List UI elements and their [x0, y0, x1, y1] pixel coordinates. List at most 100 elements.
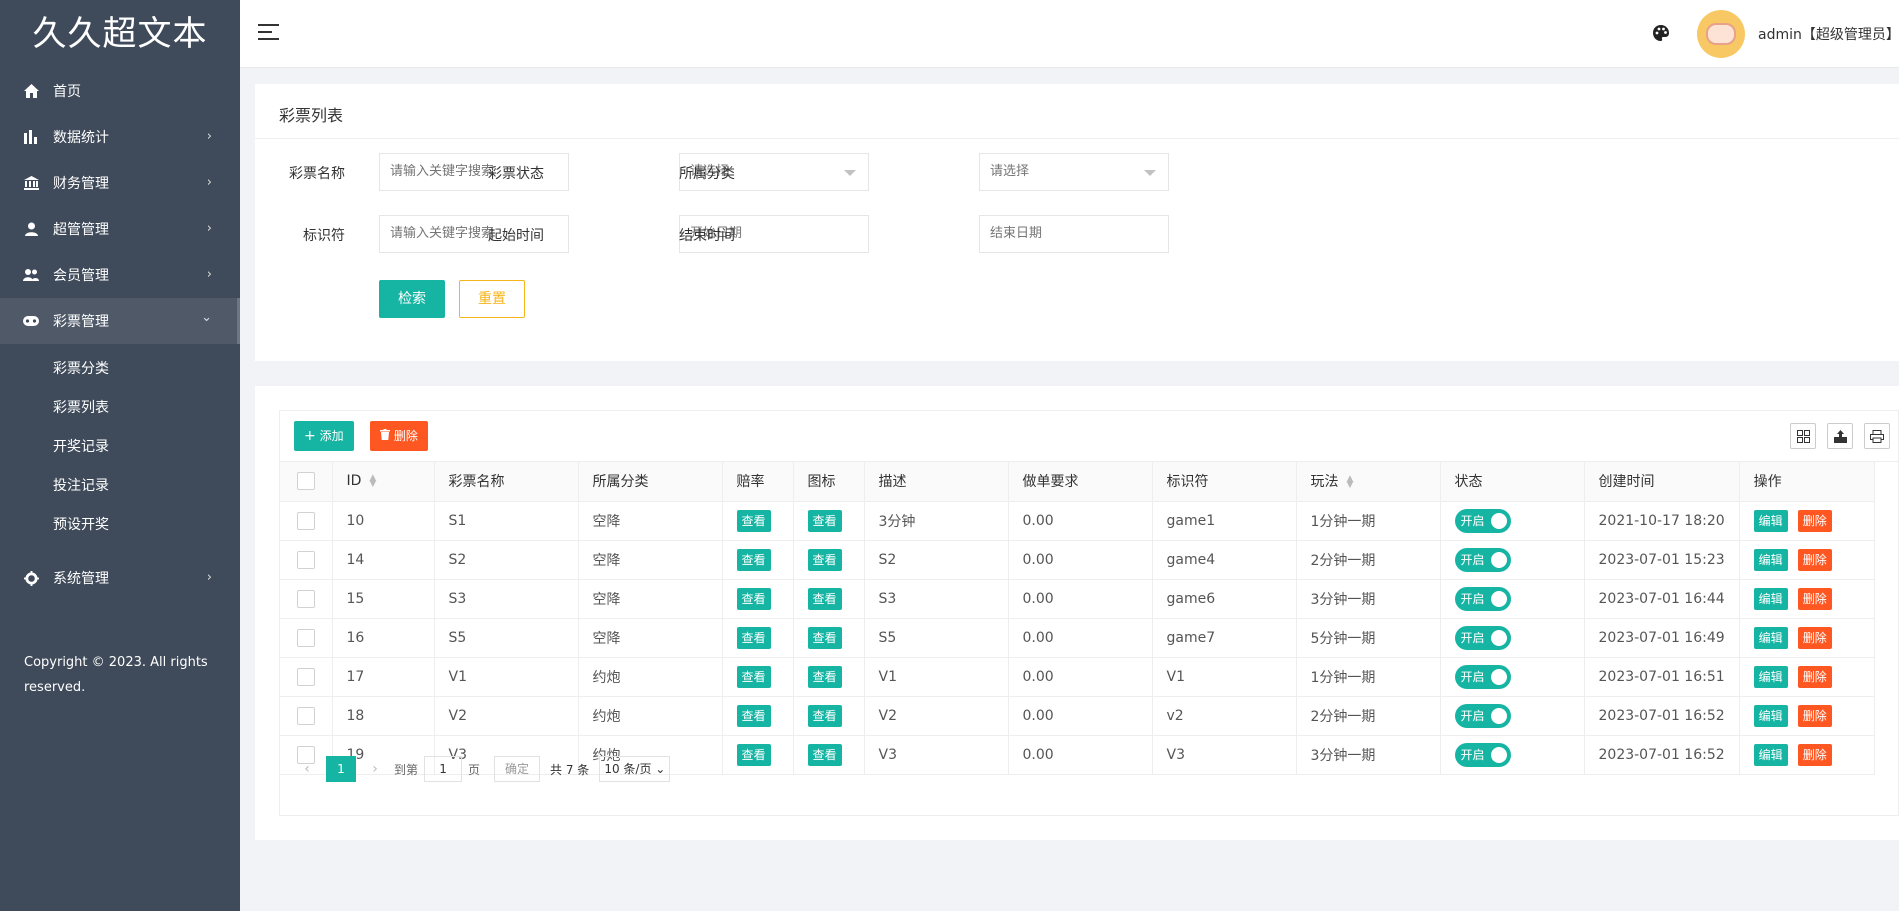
row-checkbox[interactable]: [280, 657, 333, 697]
table-row: 15 S3 空降 查看 查看 S3 0.00 game6 3分钟一期 开启 2023-07-01 1…: [280, 579, 1876, 619]
page-size-select[interactable]: 10 条/页 ⌄: [599, 756, 671, 782]
delete-row-button[interactable]: 删除: [1797, 665, 1832, 688]
view-icon-button[interactable]: 查看: [807, 509, 842, 532]
edit-button[interactable]: 编辑: [1753, 743, 1788, 766]
cell-created: 2023-07-01 16:52: [1584, 696, 1740, 736]
view-icon-button[interactable]: 查看: [807, 665, 842, 688]
row-checkbox[interactable]: [280, 501, 333, 541]
sidebar-subitem-bet-records[interactable]: 投注记录: [0, 467, 240, 506]
sidebar-item-system[interactable]: 系统管理 ›: [0, 555, 240, 601]
row-checkbox[interactable]: [280, 579, 333, 619]
cell-icon: 查看: [793, 696, 865, 736]
edit-button[interactable]: 编辑: [1753, 626, 1788, 649]
view-odds-button[interactable]: 查看: [736, 509, 771, 532]
delete-row-button[interactable]: 删除: [1797, 509, 1832, 532]
sidebar-item-lottery[interactable]: 彩票管理 ⌄: [0, 298, 240, 344]
page-number-current[interactable]: 1: [326, 756, 356, 782]
cell-play: 3分钟一期: [1296, 579, 1441, 619]
status-toggle[interactable]: 开启: [1454, 664, 1511, 689]
view-odds-button[interactable]: 查看: [736, 704, 771, 727]
status-toggle[interactable]: 开启: [1454, 703, 1511, 728]
page-input[interactable]: 1: [424, 756, 463, 782]
delete-row-button[interactable]: 删除: [1797, 548, 1832, 571]
columns-filter-icon[interactable]: [1790, 423, 1816, 449]
sidebar-item-label: 超管管理: [53, 222, 109, 238]
status-toggle[interactable]: 开启: [1454, 586, 1511, 611]
cell-identifier: game4: [1152, 540, 1297, 580]
table-row: 18 V2 约炮 查看 查看 V2 0.00 v2 2分钟一期 开启 2023-07-01 16:5…: [280, 696, 1876, 736]
next-page-icon[interactable]: ›: [362, 761, 388, 777]
cell-identifier: game1: [1152, 501, 1297, 541]
cell-created: 2023-07-01 16:52: [1584, 735, 1740, 775]
search-button[interactable]: 检索: [379, 280, 445, 318]
sidebar-item-home[interactable]: 首页: [0, 68, 240, 114]
palette-icon[interactable]: [1652, 24, 1670, 47]
column-header-odds: 赔率: [722, 462, 794, 502]
cell-play: 5分钟一期: [1296, 618, 1441, 658]
view-icon-button[interactable]: 查看: [807, 587, 842, 610]
status-toggle[interactable]: 开启: [1454, 742, 1511, 767]
sidebar-item-finance[interactable]: 财务管理 ›: [0, 160, 240, 206]
end-date-input[interactable]: 结束日期: [979, 215, 1169, 253]
status-toggle[interactable]: 开启: [1454, 625, 1511, 650]
view-icon-button[interactable]: 查看: [807, 704, 842, 727]
app-logo: 久久超文本: [32, 14, 208, 54]
delete-row-button[interactable]: 删除: [1797, 704, 1832, 727]
cell-icon: 查看: [793, 540, 865, 580]
export-icon[interactable]: [1827, 423, 1853, 449]
table-row: 10 S1 空降 查看 查看 3分钟 0.00 game1 1分钟一期 开启 2021-10-17 …: [280, 501, 1876, 541]
status-toggle[interactable]: 开启: [1454, 547, 1511, 572]
view-odds-button[interactable]: 查看: [736, 665, 771, 688]
delete-row-button[interactable]: 删除: [1797, 626, 1832, 649]
cell-play: 2分钟一期: [1296, 540, 1441, 580]
column-header-id[interactable]: ID ▲ ▼: [332, 462, 435, 502]
print-icon[interactable]: [1864, 423, 1890, 449]
confirm-page-button[interactable]: 确定: [494, 756, 541, 782]
view-odds-button[interactable]: 查看: [736, 587, 771, 610]
category-select[interactable]: 请选择: [979, 153, 1169, 191]
avatar[interactable]: [1697, 10, 1745, 58]
delete-button-label: 删除: [393, 429, 418, 443]
sidebar-item-stats[interactable]: 数据统计 ›: [0, 114, 240, 160]
view-odds-button[interactable]: 查看: [736, 626, 771, 649]
sidebar-subitem-preset-draw[interactable]: 预设开奖: [0, 506, 240, 545]
view-icon-button[interactable]: 查看: [807, 743, 842, 766]
edit-button[interactable]: 编辑: [1753, 665, 1788, 688]
user-menu[interactable]: admin【超级管理员】 ▾: [1758, 24, 1899, 44]
sidebar-subitem-list[interactable]: 彩票列表: [0, 389, 240, 428]
row-checkbox[interactable]: [280, 696, 333, 736]
table-header-row: ID ▲ ▼ 彩票名称 所属分类 赔率 图标 描述 做单要求 标识符 玩法 ▲ ▼ 状态…: [280, 462, 1876, 502]
delete-row-button[interactable]: 删除: [1797, 743, 1832, 766]
sidebar-subitem-draw-records[interactable]: 开奖记录: [0, 428, 240, 467]
cell-play: 1分钟一期: [1296, 657, 1441, 697]
reset-button[interactable]: 重置: [459, 280, 525, 318]
cell-name: S2: [434, 540, 579, 580]
cell-name: V2: [434, 696, 579, 736]
delete-row-button[interactable]: 删除: [1797, 587, 1832, 610]
add-button[interactable]: + 添加: [294, 421, 354, 451]
home-icon: [22, 82, 40, 100]
batch-delete-button[interactable]: 删除: [370, 421, 428, 451]
top-header: admin【超级管理员】 ▾: [240, 0, 1899, 68]
row-checkbox[interactable]: [280, 540, 333, 580]
edit-button[interactable]: 编辑: [1753, 548, 1788, 571]
cell-status: 开启: [1440, 501, 1585, 541]
view-icon-button[interactable]: 查看: [807, 626, 842, 649]
select-all-checkbox[interactable]: [280, 462, 333, 502]
view-icon-button[interactable]: 查看: [807, 548, 842, 571]
sidebar-item-members[interactable]: 会员管理 ›: [0, 252, 240, 298]
view-odds-button[interactable]: 查看: [736, 548, 771, 571]
menu-toggle-icon[interactable]: [258, 24, 279, 42]
status-toggle[interactable]: 开启: [1454, 508, 1511, 533]
sidebar-item-admins[interactable]: 超管管理 ›: [0, 206, 240, 252]
sidebar-item-label: 财务管理: [53, 176, 109, 192]
cell-id: 14: [332, 540, 435, 580]
edit-button[interactable]: 编辑: [1753, 587, 1788, 610]
edit-button[interactable]: 编辑: [1753, 509, 1788, 532]
prev-page-icon[interactable]: ‹: [294, 761, 320, 777]
column-header-play[interactable]: 玩法 ▲ ▼: [1296, 462, 1441, 502]
edit-button[interactable]: 编辑: [1753, 704, 1788, 727]
sidebar-subitem-category[interactable]: 彩票分类: [0, 350, 240, 389]
row-checkbox[interactable]: [280, 618, 333, 658]
view-odds-button[interactable]: 查看: [736, 743, 771, 766]
